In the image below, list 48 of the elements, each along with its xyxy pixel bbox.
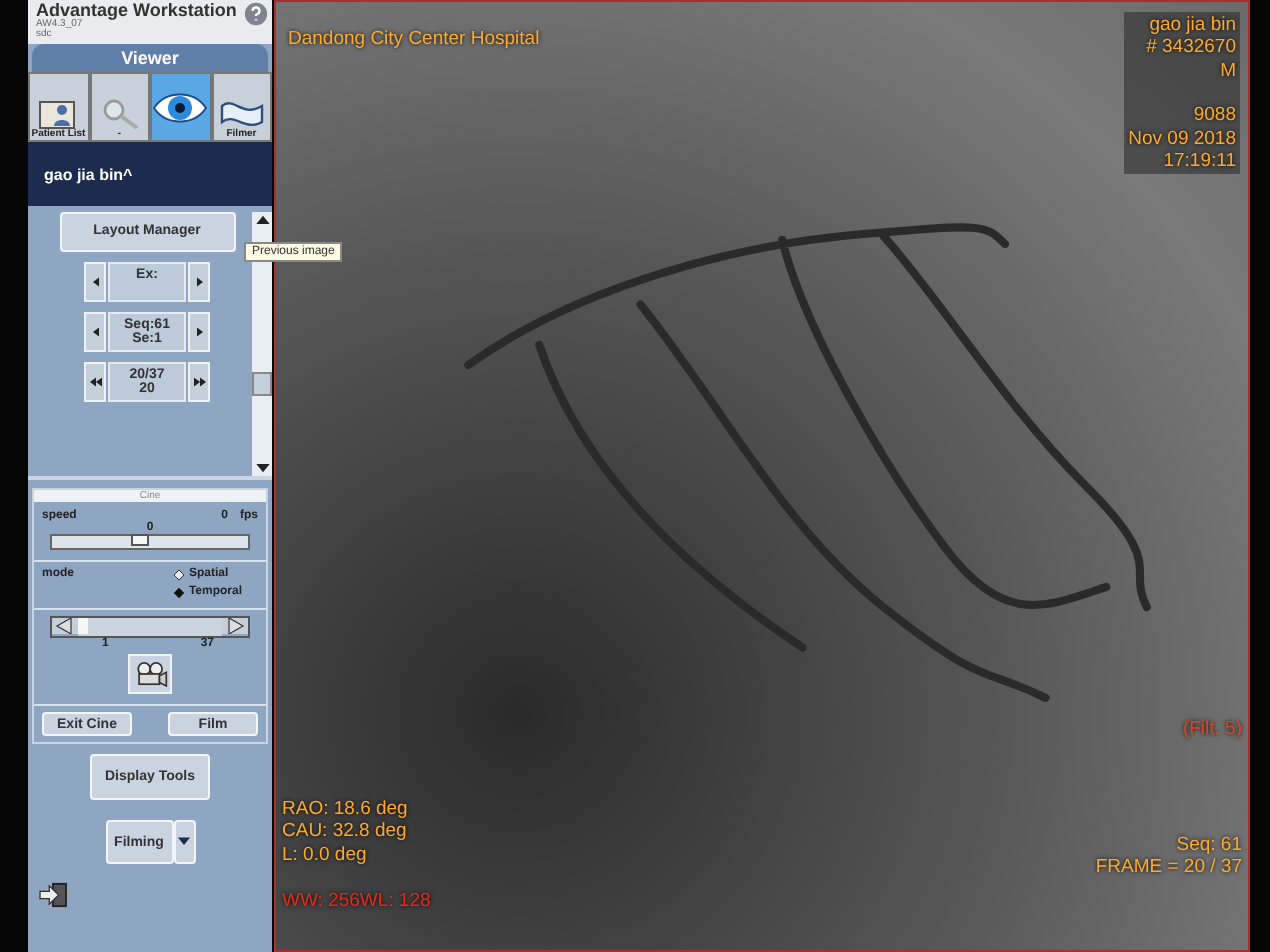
angle-line: RAO: 18.6 deg [282, 798, 410, 821]
scroll-thumb[interactable] [252, 372, 272, 396]
double-right-arrow-icon [193, 376, 205, 388]
patient-name: gao jia bin^ [44, 165, 133, 183]
first-frame-button[interactable] [84, 362, 106, 402]
movie-camera-icon [133, 660, 167, 688]
movie-camera-button[interactable] [128, 654, 172, 694]
speed-slider[interactable] [50, 534, 250, 550]
scroll-up-icon[interactable] [255, 214, 269, 224]
study-info-line: Nov 09 2018 [1128, 127, 1236, 150]
patient-info-line: M [1220, 59, 1236, 83]
angle-line: CAU: 32.8 deg [282, 820, 409, 844]
angle-line: L: 0.0 deg [282, 843, 369, 867]
double-left-arrow-icon [89, 376, 101, 388]
patient-info-line: # 3432670 [1146, 36, 1236, 60]
left-arrow-icon[interactable] [52, 618, 78, 634]
right-arrow-icon[interactable] [222, 618, 248, 634]
radio-off-icon [174, 569, 185, 579]
help-icon[interactable] [244, 2, 268, 26]
hospital-name: Dandong City Center Hospital [288, 28, 540, 51]
window-level: WW: 256WL: 128 [282, 890, 431, 914]
frame-thumb[interactable] [78, 618, 88, 634]
frame-label: FRAME = 20 / 37 [1095, 856, 1242, 880]
right-arrow-icon [193, 276, 205, 288]
left-arrow-icon [89, 276, 101, 288]
right-arrow-icon [193, 326, 205, 338]
dropdown-button[interactable] [173, 820, 195, 864]
next-button[interactable] [188, 262, 210, 302]
exit-door-icon[interactable] [38, 882, 68, 908]
frame-slider[interactable] [50, 616, 250, 638]
study-info-line: 17:19:11 [1163, 149, 1236, 173]
previous-button[interactable] [84, 312, 106, 352]
app-title: Advantage Workstation [36, 2, 237, 20]
film-strip-icon [217, 98, 266, 130]
filter-label: (Filt. 5) [1182, 718, 1242, 741]
tool-button[interactable] [150, 72, 211, 142]
caret-icon [178, 836, 190, 848]
last-frame-button[interactable] [188, 362, 210, 402]
next-button[interactable] [188, 312, 210, 352]
patient-info-line: gao jia bin [1149, 14, 1236, 37]
sequence-label: Seq: 61 [1176, 834, 1242, 857]
scroll-down-icon[interactable] [255, 464, 269, 474]
previous-button[interactable] [84, 262, 106, 302]
slider-thumb[interactable] [131, 534, 150, 546]
radio-on-icon [174, 587, 185, 597]
left-arrow-icon [89, 326, 101, 338]
study-info-line: 9088 [1193, 104, 1236, 128]
viewer-tab[interactable]: Viewer [32, 44, 268, 72]
